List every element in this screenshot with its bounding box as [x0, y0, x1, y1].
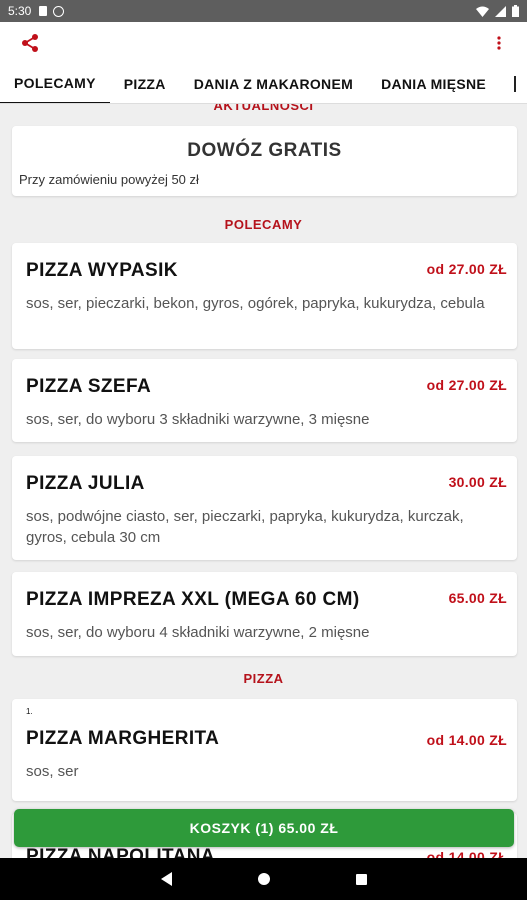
more-vert-icon — [497, 36, 501, 50]
item-price: 30.00 ZŁ — [448, 474, 507, 490]
tab-pizza[interactable]: PIZZA — [110, 64, 180, 103]
status-bar: 5:30 — [0, 0, 527, 22]
menu-item-card[interactable]: PIZZA SZEFA od 27.00 ZŁ sos, ser, do wyb… — [12, 359, 517, 442]
menu-list[interactable]: AKTUALNOŚCI DOWÓZ GRATIS Przy zamówieniu… — [0, 104, 527, 858]
item-description: sos, ser, do wyboru 3 składniki warzywne… — [26, 411, 370, 428]
menu-item-card[interactable]: PIZZA JULIA 30.00 ZŁ sos, podwójne ciast… — [12, 456, 517, 560]
signal-icon — [495, 5, 506, 17]
item-name: PIZZA MARGHERITA — [26, 728, 220, 749]
share-button[interactable] — [16, 29, 44, 57]
sync-icon — [53, 5, 65, 17]
sd-card-icon — [39, 6, 48, 16]
tab-overflow-indicator — [514, 75, 517, 92]
item-name: PIZZA JULIA — [26, 473, 145, 494]
cart-button[interactable]: KOSZYK (1) 65.00 ZŁ — [14, 809, 514, 847]
promo-text: Przy zamówieniu powyżej 50 zł — [19, 172, 199, 187]
item-price: od 27.00 ZŁ — [426, 261, 507, 277]
item-description: sos, ser — [26, 763, 79, 780]
section-header-recommended: POLECAMY — [224, 217, 303, 232]
promo-title: DOWÓZ GRATIS — [187, 140, 342, 161]
section-header-news: AKTUALNOŚCI — [213, 104, 314, 113]
tab-polecamy[interactable]: POLECAMY — [0, 64, 110, 103]
status-time: 5:30 — [8, 4, 32, 18]
battery-icon — [512, 5, 519, 17]
menu-item-card[interactable]: 1. PIZZA MARGHERITA od 14.00 ZŁ sos, ser — [12, 699, 517, 801]
item-description: sos, ser, do wyboru 4 składniki warzywne… — [26, 624, 370, 641]
item-name: PIZZA NAPOLITANA — [26, 846, 215, 858]
item-price: od 14.00 ZŁ — [426, 732, 507, 748]
item-name: PIZZA WYPASIK — [26, 260, 178, 281]
system-nav-bar — [0, 858, 527, 900]
item-price: 65.00 ZŁ — [448, 590, 507, 606]
wifi-icon — [476, 6, 489, 17]
menu-item-card[interactable]: PIZZA IMPREZA XXL (MEGA 60 CM) 65.00 ZŁ … — [12, 572, 517, 656]
share-icon — [22, 34, 38, 52]
item-number: 1. — [26, 707, 33, 716]
back-icon[interactable] — [160, 872, 172, 886]
recent-apps-icon[interactable] — [355, 873, 367, 885]
app-bar — [0, 22, 527, 64]
item-name: PIZZA IMPREZA XXL (MEGA 60 CM) — [26, 589, 360, 610]
tab-dania-z-makaronem[interactable]: DANIA Z MAKARONEM — [180, 64, 367, 103]
menu-item-card[interactable]: PIZZA WYPASIK od 27.00 ZŁ sos, ser, piec… — [12, 243, 517, 349]
tab-dania-miesne[interactable]: DANIA MIĘSNE — [367, 64, 500, 103]
home-icon[interactable] — [257, 873, 270, 885]
item-name: PIZZA SZEFA — [26, 376, 152, 397]
more-options-button[interactable] — [487, 29, 511, 57]
category-tabs: POLECAMY PIZZA DANIA Z MAKARONEM DANIA M… — [0, 64, 527, 104]
item-price: od 27.00 ZŁ — [426, 377, 507, 393]
section-header-pizza: PIZZA — [243, 671, 284, 686]
item-description: sos, ser, pieczarki, bekon, gyros, ogóre… — [26, 295, 485, 312]
item-description: sos, podwójne ciasto, ser, pieczarki, pa… — [26, 508, 464, 546]
item-price: od 14.00 ZŁ — [426, 849, 507, 858]
promo-card: DOWÓZ GRATIS Przy zamówieniu powyżej 50 … — [12, 126, 517, 196]
